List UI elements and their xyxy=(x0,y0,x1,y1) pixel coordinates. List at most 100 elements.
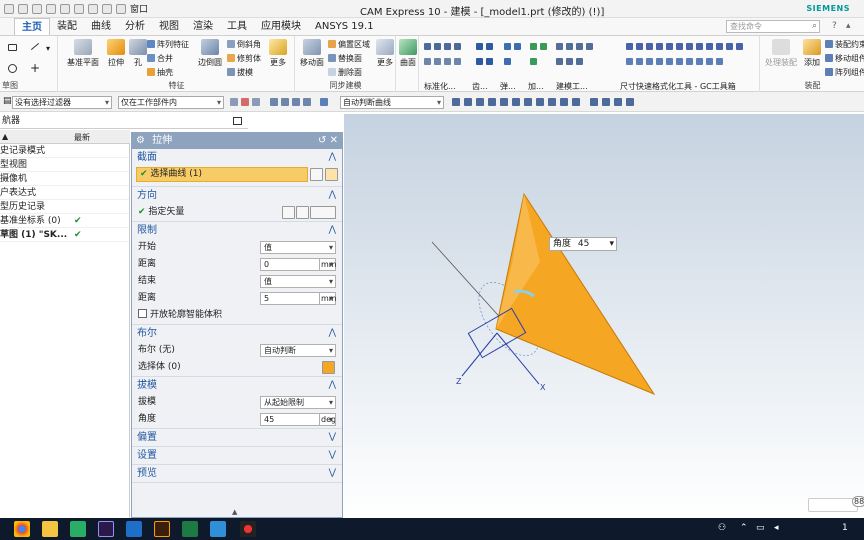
toolbox-icon-42[interactable] xyxy=(666,58,673,65)
tab-render[interactable]: 渲染 xyxy=(186,18,220,35)
chamfer-button[interactable]: 倒斜角 xyxy=(227,39,261,50)
group-label-machining[interactable]: 加... xyxy=(528,81,544,92)
end-type-select[interactable]: 值 xyxy=(260,275,336,288)
toolbox-icon-22[interactable] xyxy=(586,43,593,50)
curve-tool-icon-1[interactable] xyxy=(452,98,460,106)
toolbox-icon-40[interactable] xyxy=(646,58,653,65)
inferred-vector-icon[interactable] xyxy=(310,206,336,219)
pattern-component-button[interactable]: 阵列组件 xyxy=(825,67,864,78)
window-menu[interactable]: 窗口 xyxy=(130,2,148,15)
select-curve-row[interactable]: ✔ 选择曲线 (1) xyxy=(132,166,342,186)
toolbox-icon-47[interactable] xyxy=(716,58,723,65)
window-icon[interactable] xyxy=(116,3,126,14)
curve-tool-icon-11[interactable] xyxy=(572,98,580,106)
toolbox-icon-41[interactable] xyxy=(656,58,663,65)
reverse-direction-icon[interactable] xyxy=(282,206,295,219)
tab-tools[interactable]: 工具 xyxy=(220,18,254,35)
curve-tool-icon-8[interactable] xyxy=(536,98,544,106)
cut-icon[interactable] xyxy=(46,3,56,14)
toolbox-icon-46[interactable] xyxy=(706,58,713,65)
curve-tool-icon-13[interactable] xyxy=(602,98,610,106)
sketch-section-icon[interactable] xyxy=(310,168,323,181)
snap-icon-6[interactable] xyxy=(292,98,300,106)
rectangle-icon[interactable] xyxy=(8,44,17,51)
curve-tool-icon-14[interactable] xyxy=(614,98,622,106)
toolbox-icon-21[interactable] xyxy=(576,43,583,50)
save-icon[interactable] xyxy=(4,3,14,14)
select-body-row[interactable]: 选择体 (0) xyxy=(132,359,342,376)
minimize-ribbon-icon[interactable]: ▴ xyxy=(846,21,851,31)
toolbox-icon-39[interactable] xyxy=(636,58,643,65)
gear-icon[interactable]: ⚙ xyxy=(136,135,145,146)
scope-dropdown[interactable]: 仅在工作部件内 xyxy=(118,96,224,109)
chrome-icon[interactable] xyxy=(14,521,30,537)
draft-angle-input[interactable]: 45 xyxy=(260,413,320,426)
touch-mode-icon[interactable] xyxy=(102,3,112,14)
repeat-icon[interactable] xyxy=(88,3,98,14)
offset-header[interactable]: 偏置 ⋁ xyxy=(132,429,342,446)
toolbox-icon-19[interactable] xyxy=(556,43,563,50)
curve-tool-icon-4[interactable] xyxy=(488,98,496,106)
select-body-icon[interactable] xyxy=(322,361,335,374)
toolbox-icon-3[interactable] xyxy=(444,43,451,50)
circle-icon[interactable] xyxy=(8,64,17,73)
command-search-input[interactable]: 查找命令 xyxy=(726,20,820,33)
toolbox-icon-8[interactable] xyxy=(454,58,461,65)
toolbox-icon-14[interactable] xyxy=(514,43,521,50)
collapse-icon[interactable]: ⋀ xyxy=(329,325,336,342)
nav-row-history-mode[interactable]: 史记录模式 xyxy=(0,144,129,158)
curve-tool-icon-9[interactable] xyxy=(548,98,556,106)
snap-icon-4[interactable] xyxy=(270,98,278,106)
pattern-feature-button[interactable]: 阵列特征 xyxy=(147,39,189,50)
snap-icon-2[interactable] xyxy=(241,98,249,106)
move-component-button[interactable]: 移动组件 xyxy=(825,53,864,64)
toolbox-icon-27[interactable] xyxy=(636,43,643,50)
curve-tool-icon-3[interactable] xyxy=(476,98,484,106)
offset-region-button[interactable]: 偏置区域 xyxy=(328,39,370,50)
tab-home[interactable]: 主页 xyxy=(14,18,50,35)
sync-more-button[interactable]: 更多 xyxy=(372,39,398,68)
toolbox-icon-34[interactable] xyxy=(706,43,713,50)
toolbox-icon-16[interactable] xyxy=(530,43,537,50)
expand-icon[interactable]: ⋁ xyxy=(329,447,336,464)
menu-button[interactable]: ▤ xyxy=(3,96,12,106)
tray-expand-icon[interactable]: ⌃ xyxy=(740,523,748,533)
nav-row-cameras[interactable]: 摄像机 xyxy=(0,172,129,186)
limits-header[interactable]: 限制 ⋀ xyxy=(132,222,342,239)
toolbox-icon-30[interactable] xyxy=(666,43,673,50)
toolbox-icon-25[interactable] xyxy=(576,58,583,65)
angle-unit-select[interactable]: deg xyxy=(319,413,336,426)
toolbox-icon-32[interactable] xyxy=(686,43,693,50)
active-app-icon[interactable] xyxy=(126,521,142,537)
tab-application[interactable]: 应用模块 xyxy=(254,18,308,35)
toolbox-icon-26[interactable] xyxy=(626,43,633,50)
toolbox-icon-28[interactable] xyxy=(646,43,653,50)
wechat-icon[interactable] xyxy=(70,521,86,537)
point-icon[interactable]: + xyxy=(30,61,40,75)
nav-row-model-history[interactable]: 型历史记录 xyxy=(0,200,129,214)
draft-type-select[interactable]: 从起始限制 xyxy=(260,396,336,409)
help-icon[interactable]: ? xyxy=(832,21,837,31)
curve-tool-icon-6[interactable] xyxy=(512,98,520,106)
collapse-icon[interactable]: ⋀ xyxy=(329,222,336,239)
snap-icon-7[interactable] xyxy=(303,98,311,106)
toolbox-icon-43[interactable] xyxy=(676,58,683,65)
volume-icon[interactable]: ◂ xyxy=(774,523,779,533)
sketch-more-icon[interactable]: ▾ xyxy=(46,44,50,53)
snap-icon-8[interactable] xyxy=(320,98,328,106)
toolbox-icon-4[interactable] xyxy=(454,43,461,50)
snap-icon-3[interactable] xyxy=(252,98,260,106)
toolbox-icon-18[interactable] xyxy=(530,58,537,65)
toolbox-icon-15[interactable] xyxy=(504,58,511,65)
nav-row-sketch[interactable]: 草图 (1) "SK... ✔ xyxy=(0,228,129,242)
nav-row-user-expressions[interactable]: 户表达式 xyxy=(0,186,129,200)
move-face-button[interactable]: 移动面 xyxy=(298,39,326,68)
curve-rule-dropdown[interactable]: 自动判断曲线 xyxy=(340,96,444,109)
toolbox-icon-23[interactable] xyxy=(556,58,563,65)
start-unit-select[interactable]: mm xyxy=(319,258,337,271)
toolbox-icon-37[interactable] xyxy=(736,43,743,50)
nav-row-datum-csys[interactable]: 基准坐标系 (0) ✔ xyxy=(0,214,129,228)
file-explorer-icon[interactable] xyxy=(42,521,58,537)
open-profile-row[interactable]: 开放轮廓智能体积 xyxy=(132,307,342,324)
toolbox-icon-44[interactable] xyxy=(686,58,693,65)
